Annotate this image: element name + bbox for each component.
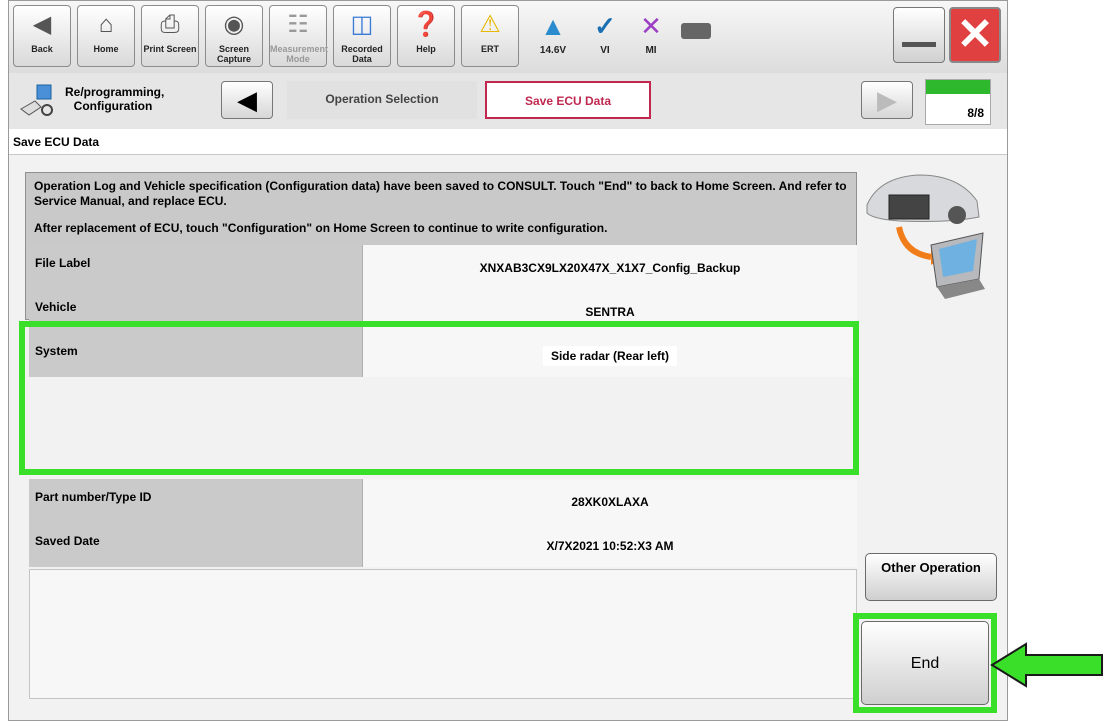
next-arrow-icon: ▶: [877, 85, 897, 115]
empty-table-area: [29, 569, 857, 699]
battery-voltage-indicator: ▲ 14.6V: [529, 7, 577, 67]
minimize-icon: [902, 42, 936, 47]
table-row-saved-date: Saved Date X/7X2021 10:52:X3 AM: [29, 523, 857, 567]
camera-icon: ◉: [223, 11, 245, 38]
home-button[interactable]: ⌂ Home: [77, 5, 135, 67]
back-button[interactable]: ◀ Back: [13, 5, 71, 67]
pointer-arrow-icon: [990, 640, 1105, 695]
recorded-data-icon: ◫: [350, 11, 374, 38]
mi-x-icon: ✕: [640, 11, 662, 41]
progress-indicator: 8/8: [925, 79, 991, 125]
minimize-button[interactable]: [893, 7, 945, 63]
warning-icon: ⚠: [479, 11, 501, 38]
printer-icon: ⎙: [160, 11, 180, 38]
step-operation-selection: Operation Selection: [287, 81, 477, 119]
next-button[interactable]: ▶: [861, 81, 913, 119]
battery-icon: [681, 23, 711, 39]
help-button[interactable]: ❓ Help: [397, 5, 455, 67]
print-screen-button[interactable]: ⎙ Print Screen: [141, 5, 199, 67]
ert-button[interactable]: ⚠ ERT: [461, 5, 519, 67]
end-button[interactable]: End: [861, 621, 989, 705]
consult-window: ◀ Back ⌂ Home ⎙ Print Screen ◉ Screen Ca…: [8, 0, 1008, 721]
signal-icon: ✓: [594, 11, 616, 41]
other-operation-button[interactable]: Other Operation: [865, 553, 997, 601]
table-row-part-number: Part number/Type ID 28XK0XLAXA: [29, 479, 857, 523]
close-button[interactable]: ✕: [949, 7, 1001, 63]
mode-label: Re/programming, Configuration: [65, 85, 165, 113]
home-icon: ⌂: [98, 11, 114, 38]
vi-indicator: ✓ VI: [581, 7, 629, 67]
step-save-ecu-data: Save ECU Data: [485, 81, 651, 119]
highlight-box-details: [19, 321, 859, 475]
screen-capture-button[interactable]: ◉ Screen Capture: [205, 5, 263, 67]
breadcrumb: Re/programming, Configuration ◀ Operatio…: [9, 73, 1007, 130]
car-to-laptop-illustration: [859, 165, 989, 305]
message-paragraph-1: Operation Log and Vehicle specification …: [34, 179, 847, 208]
back-arrow-icon: ◀: [32, 11, 52, 38]
toolbar: ◀ Back ⌂ Home ⎙ Print Screen ◉ Screen Ca…: [9, 1, 1007, 74]
recorded-data-button[interactable]: ◫ Recorded Data: [333, 5, 391, 67]
previous-arrow-icon: ◀: [237, 85, 257, 115]
message-paragraph-2: After replacement of ECU, touch "Configu…: [34, 221, 608, 235]
table-row-file-label: File Label XNXAB3CX9LX20X47X_X1X7_Config…: [29, 245, 857, 289]
close-icon: ✕: [956, 10, 994, 59]
page-counter: 8/8: [967, 106, 984, 120]
reprogramming-icon: [19, 83, 59, 117]
measurement-icon: ☷: [287, 11, 309, 38]
measurement-mode-button[interactable]: ☷ Measurement Mode: [269, 5, 328, 67]
previous-button[interactable]: ◀: [221, 81, 273, 119]
help-icon: ❓: [411, 11, 441, 38]
car-battery-icon: ▲: [540, 11, 566, 41]
page-title: Save ECU Data: [9, 129, 1007, 155]
mi-indicator: ✕ MI: [627, 7, 675, 67]
progress-bar: [926, 80, 990, 94]
